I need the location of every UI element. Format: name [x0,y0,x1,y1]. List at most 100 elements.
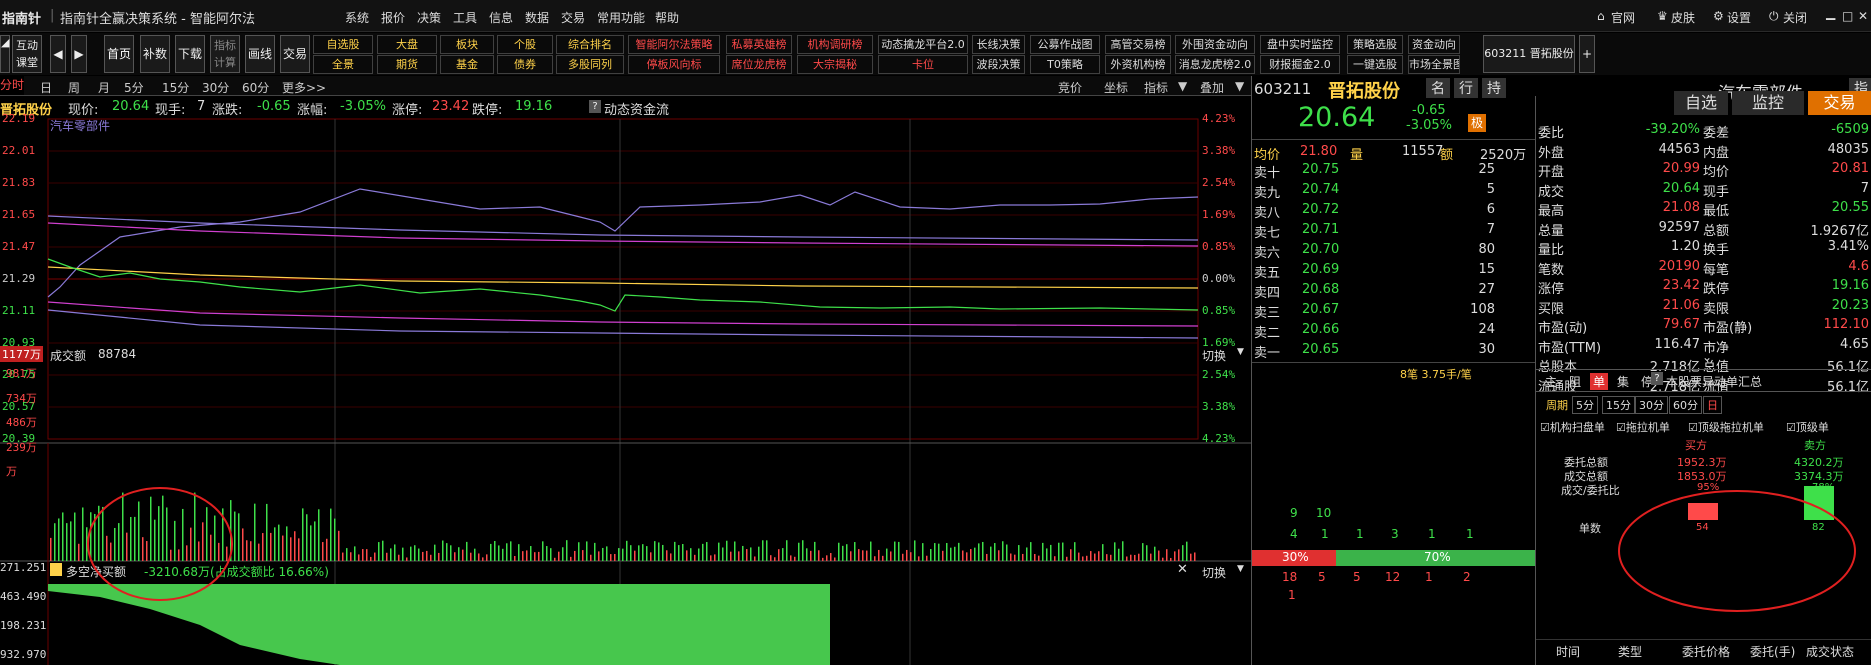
skin-button[interactable]: 皮肤 [1671,9,1695,26]
chevron-down-icon[interactable]: ▼ [1237,347,1244,357]
indicator-dropdown[interactable]: 指标 [1144,79,1168,96]
order-period-tab[interactable]: 5分 [1572,396,1598,414]
toolbar-grid-item[interactable]: 大宗揭秘 [797,55,873,74]
close-icon[interactable]: ✕ [1177,562,1188,577]
order-tab[interactable]: 阻 [1566,373,1584,390]
period-tab-intraday[interactable]: 分时 [0,76,24,95]
menu-item[interactable]: 信息 [489,9,513,26]
menu-item[interactable]: 常用功能 [597,9,645,26]
menu-item[interactable]: 报价 [381,9,405,26]
close-app-button[interactable]: 关闭 [1783,9,1807,26]
toolbar-grid-item[interactable]: 长线决策 [972,35,1025,54]
toolbar-grid-item[interactable]: 策略选股 [1347,35,1403,54]
toolbar-grid-item[interactable]: 智能阿尔法策略 [628,35,720,54]
sidebar-stub[interactable]: ◢ [0,35,10,73]
toolbar-grid-item[interactable]: 财报掘金2.0 [1260,55,1340,74]
settings-button[interactable]: 设置 [1727,9,1751,26]
menu-item[interactable]: 工具 [453,9,477,26]
bid-button[interactable]: 竞价 [1058,79,1082,96]
order-period-tab[interactable]: 30分 [1635,396,1668,414]
period-tab-more[interactable]: 更多>> [282,79,326,96]
tab-draw-line[interactable]: 画线 [245,35,275,73]
toolbar-grid-item[interactable]: 期货 [377,55,437,74]
menu-item[interactable]: 帮助 [655,9,679,26]
maximize-icon[interactable]: □ [1842,9,1853,23]
order-period-tab[interactable]: 15分 [1602,396,1635,414]
order-tab[interactable]: 主 [1542,373,1560,390]
order-filter-checkbox[interactable]: ☑顶级单 [1786,419,1829,435]
home-icon[interactable]: ⌂ [1597,9,1605,23]
toolbar-grid-item[interactable]: 大盘 [377,35,437,54]
tab-indicator-calc[interactable]: 指标计算 [210,35,240,73]
toolbar-grid-item[interactable]: 私募英雄榜 [726,35,792,54]
menu-item[interactable]: 决策 [417,9,441,26]
order-period-tab[interactable]: 60分 [1669,396,1702,414]
toolbar-grid-item[interactable]: 消息龙虎榜2.0 [1175,55,1255,74]
coordinate-button[interactable]: 坐标 [1104,79,1128,96]
official-site-link[interactable]: 官网 [1611,9,1635,26]
tab-trade[interactable]: 交易 [280,35,310,73]
close-icon[interactable]: ✕ [1858,9,1868,23]
minimize-icon[interactable]: ▁ [1826,6,1835,20]
nav-back-icon[interactable]: ◀ [50,35,66,73]
toolbar-grid-item[interactable]: 外资机构榜 [1105,55,1171,74]
order-filter-checkbox[interactable]: ☑机构扫盘单 [1540,419,1605,435]
interactive-class-button[interactable]: 互动课堂 [12,35,42,73]
order-filter-checkbox[interactable]: ☑拖拉机单 [1616,419,1670,435]
toolbar-grid-item[interactable]: 个股 [497,35,553,54]
volume-switch-button[interactable]: 切换 [1202,347,1226,364]
period-tab[interactable]: 月 [98,79,110,96]
skin-icon[interactable]: ♛ [1657,9,1668,23]
toolbar-grid-item[interactable]: 债券 [497,55,553,74]
toolbar-grid-item[interactable]: 市场全景图 [1408,55,1460,74]
toolbar-grid-item[interactable]: 资金动向 [1408,35,1460,54]
stock-tab[interactable]: 603211 晋拓股份 [1483,35,1575,73]
period-tab[interactable]: 日 [40,79,52,96]
toolbar-grid-item[interactable]: 卡位 [878,55,968,74]
toolbar-grid-item[interactable]: 停板风向标 [628,55,720,74]
toolbar-grid-item[interactable]: 高管交易榜 [1105,35,1171,54]
toolbar-grid-item[interactable]: 公募作战图 [1030,35,1100,54]
chevron-down-icon[interactable]: ▼ [1237,564,1244,574]
trade-button[interactable]: 交易 [1808,91,1871,115]
toolbar-grid-item[interactable]: 一键选股 [1347,55,1403,74]
toolbar-grid-item[interactable]: 综合排名 [556,35,624,54]
toolbar-grid-item[interactable]: 板块 [440,35,494,54]
toolbar-grid-item[interactable]: 盘中实时监控 [1260,35,1340,54]
toolbar-grid-item[interactable]: 波段决策 [972,55,1025,74]
nav-forward-icon[interactable]: ▶ [71,35,87,73]
period-tab[interactable]: 周 [68,79,80,96]
toolbar-grid-item[interactable]: 多股同列 [556,55,624,74]
tag-name[interactable]: 名 [1426,78,1450,98]
toolbar-grid-item[interactable]: 外围资金动向 [1175,35,1255,54]
order-tab[interactable]: 单 [1590,373,1608,390]
expand-icon[interactable]: ⌄ [1702,350,1712,364]
order-filter-checkbox[interactable]: ☑顶级拖拉机单 [1688,419,1764,435]
period-tab[interactable]: 30分 [202,79,229,96]
period-tab[interactable]: 15分 [162,79,189,96]
watchlist-button[interactable]: 自选 [1674,91,1728,115]
chevron-down-icon[interactable]: ▼ [1235,79,1244,93]
net-switch-button[interactable]: 切换 [1202,564,1226,581]
help-icon[interactable]: ? [1651,372,1663,385]
tag-industry[interactable]: 行 [1454,78,1478,98]
toolbar-grid-item[interactable]: 机构调研榜 [797,35,873,54]
order-period-tab[interactable]: 周期 [1542,396,1572,414]
menu-item[interactable]: 交易 [561,9,585,26]
period-tab[interactable]: 5分 [124,79,144,96]
chevron-down-icon[interactable]: ▼ [1178,79,1187,93]
power-icon[interactable]: ⏻ [1769,9,1779,24]
order-tab[interactable]: 集 [1614,373,1632,390]
toolbar-grid-item[interactable]: T0策略 [1030,55,1100,74]
add-tab-icon[interactable]: + [1579,35,1595,73]
toolbar-grid-item[interactable]: 自选股 [313,35,373,54]
tab-home[interactable]: 首页 [104,35,134,73]
tab-download[interactable]: 下载 [175,35,205,73]
toolbar-grid-item[interactable]: 基金 [440,55,494,74]
period-tab[interactable]: 60分 [242,79,269,96]
overlay-dropdown[interactable]: 叠加 [1200,79,1224,96]
tag-holding[interactable]: 持 [1482,78,1506,98]
toolbar-grid-item[interactable]: 全景 [313,55,373,74]
gear-icon[interactable]: ⚙ [1713,9,1724,23]
toolbar-grid-item[interactable]: 席位龙虎榜 [726,55,792,74]
